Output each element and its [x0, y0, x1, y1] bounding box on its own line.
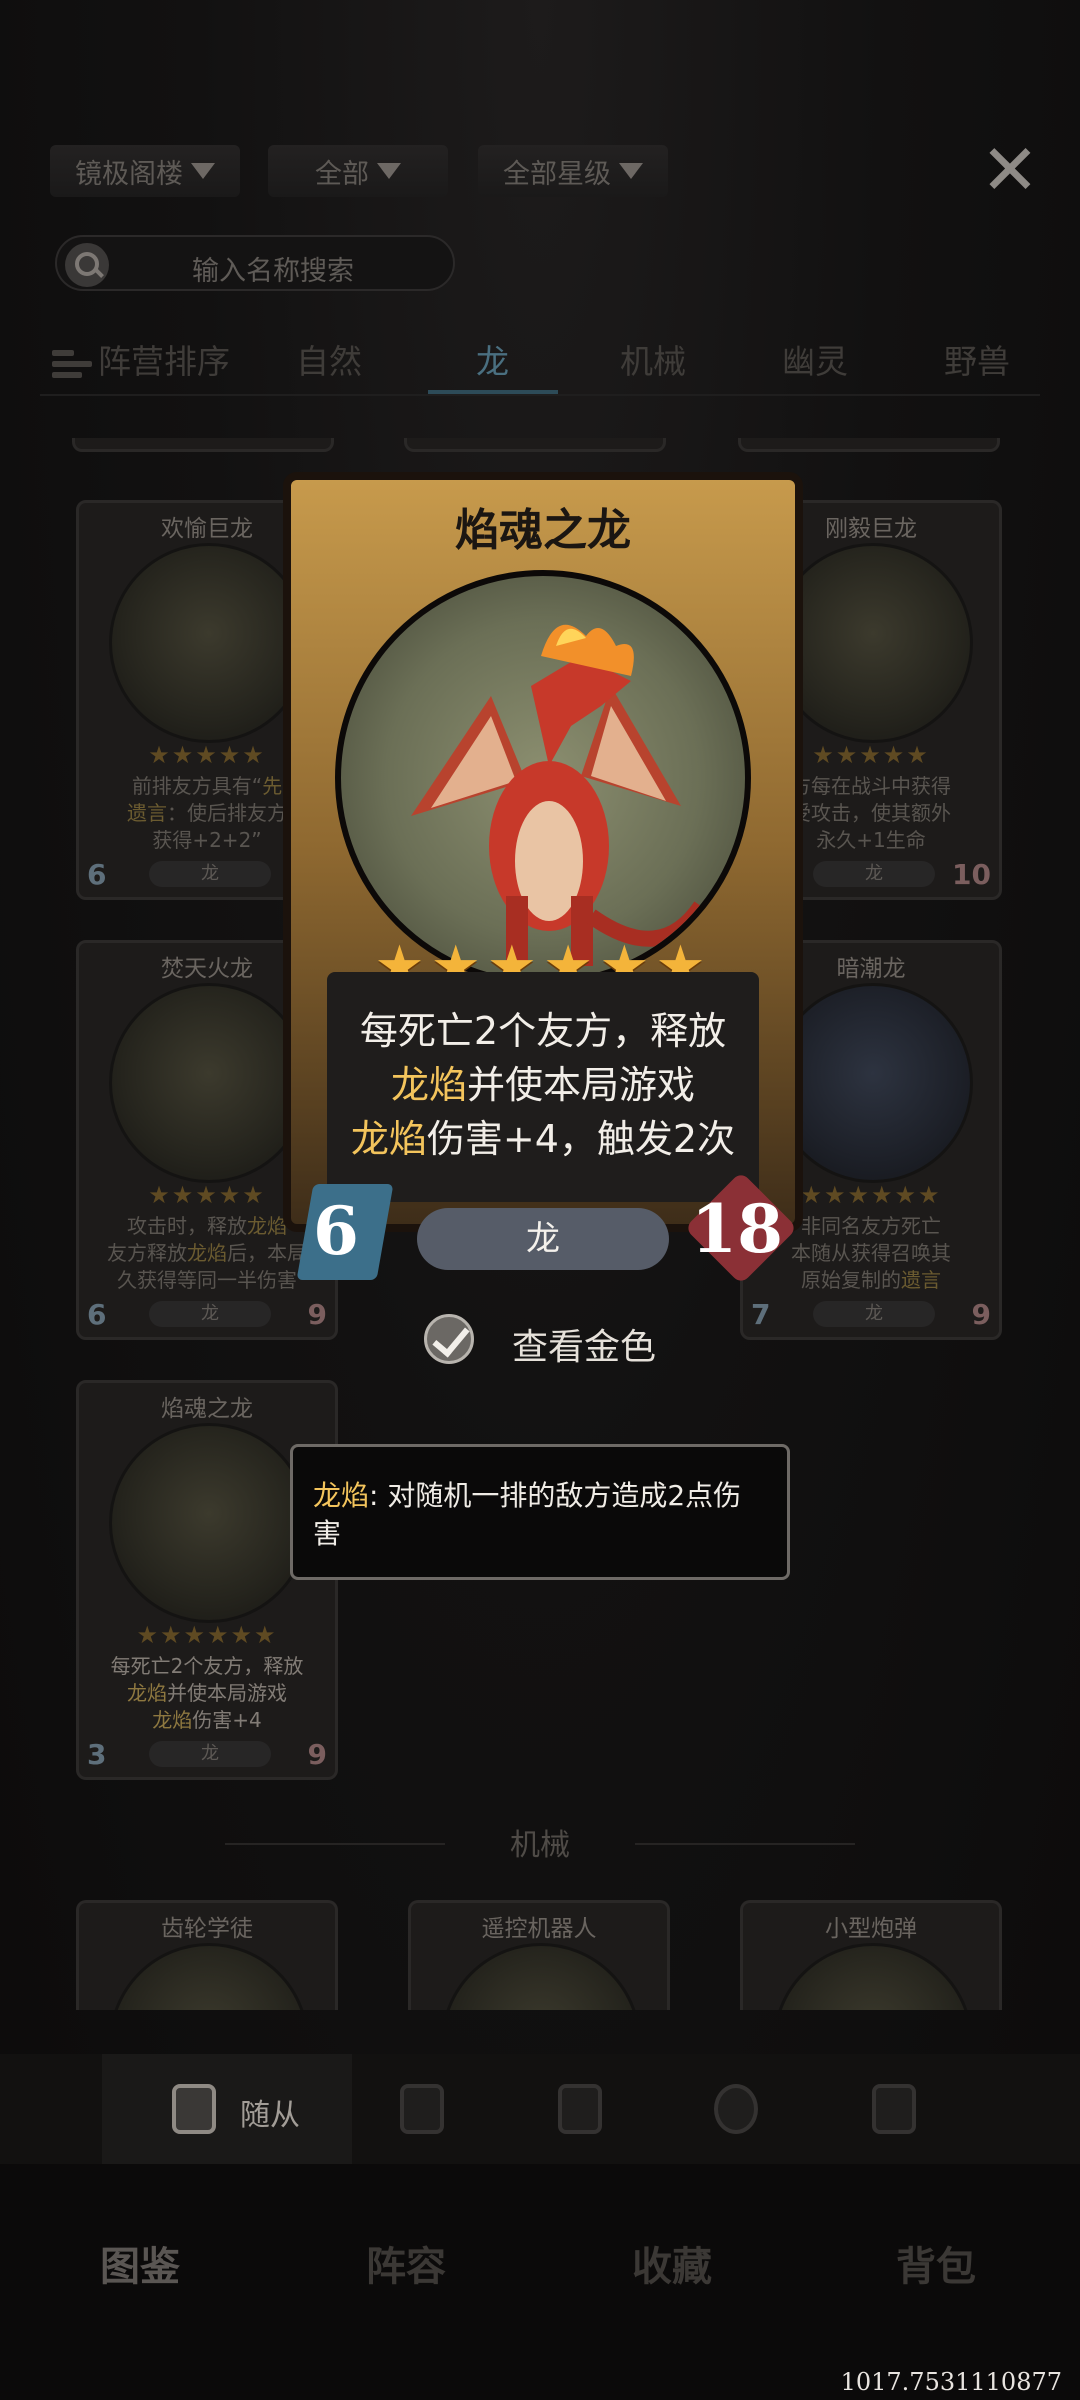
search-placeholder: 输入名称搜索 — [192, 256, 354, 287]
home-icon — [872, 2084, 916, 2134]
coordinate-readout: 1017.7531110877 — [840, 2368, 1062, 2396]
subnav-heroes[interactable] — [706, 2078, 766, 2138]
card-race: 龙 — [149, 1741, 271, 1767]
section-mech-header: 机械 — [0, 1820, 1080, 1866]
filter-label: 全部星级 — [503, 158, 611, 190]
nav-lineup[interactable]: 阵容 — [366, 2234, 446, 2292]
card-portrait — [109, 1423, 309, 1623]
card-flame-soul-dragon-small[interactable]: 焰魂之龙 ★★★★★★ 每死亡2个友方，释放 龙焰并使本局游戏 龙焰伤害+4 3… — [76, 1380, 338, 1780]
card-race: 龙 — [149, 1301, 271, 1327]
card-health: 9 — [307, 1298, 327, 1331]
featured-card[interactable]: 焰魂之龙 ★★★★★★ 每死亡2个友方，释放 龙焰并使本局游戏 龙焰伤害+4，触… — [283, 472, 803, 1285]
card-gear-apprentice[interactable]: 齿轮学徒 — [76, 1900, 338, 2010]
card-race: 龙 — [813, 1301, 935, 1327]
close-icon[interactable]: ✕ — [980, 135, 1040, 205]
filter-mirror-attic[interactable]: 镜极阁楼 — [50, 145, 240, 197]
card-attack: 6 — [87, 1298, 107, 1331]
sort-icon — [52, 348, 92, 380]
chevron-down-icon — [191, 163, 215, 179]
card-attack: 3 — [87, 1738, 107, 1771]
minion-card-icon — [172, 2084, 216, 2134]
card-small-shell[interactable]: 小型炮弹 — [740, 1900, 1002, 2010]
search-input[interactable]: 输入名称搜索 — [55, 235, 455, 291]
card-name: 焰魂之龙 — [161, 1396, 253, 1422]
subnav-minions-label: 随从 — [240, 2098, 300, 2133]
view-golden-label: 查看金色 — [512, 1327, 657, 1368]
red-dragon-illustration — [411, 624, 708, 966]
tab-dragon[interactable]: 龙 — [476, 332, 509, 392]
card-health: 10 — [952, 858, 991, 891]
card-remote-robot[interactable]: 遥控机器人 — [408, 1900, 670, 2010]
featured-card-description: 每死亡2个友方，释放 龙焰并使本局游戏 龙焰伤害+4，触发2次 — [350, 1009, 736, 1161]
card-attack: 7 — [751, 1298, 771, 1331]
screen: 镜极阁楼 全部 全部星级 ✕ 输入名称搜索 阵营排序 自然 龙 机械 幽灵 野兽… — [0, 0, 1080, 2400]
card-portrait — [109, 983, 309, 1183]
faction-tabs: 阵营排序 自然 龙 机械 幽灵 野兽 — [40, 332, 1040, 396]
card-name: 遥控机器人 — [481, 1916, 597, 1942]
filter-label: 镜极阁楼 — [75, 158, 183, 190]
card-portrait — [109, 543, 309, 743]
tab-sort[interactable]: 阵营排序 — [52, 332, 230, 392]
nav-codex[interactable]: 图鉴 — [100, 2234, 180, 2292]
subnav-home[interactable] — [864, 2078, 924, 2138]
checkbox-checked-icon — [424, 1314, 474, 1364]
card-race: 龙 — [149, 861, 271, 887]
card-cutoff — [738, 438, 1000, 452]
card-portrait — [773, 543, 973, 743]
card-cutoff — [404, 438, 666, 452]
spell-icon — [400, 2084, 444, 2134]
featured-card-portrait — [335, 570, 751, 986]
collection-subnav: 随从 — [0, 2054, 1080, 2164]
card-name: 齿轮学徒 — [161, 1916, 253, 1942]
featured-card-attack: 6 — [313, 1192, 359, 1270]
keyword-tooltip: 龙焰: 对随机一排的敌方造成2点伤害 — [290, 1444, 790, 1580]
featured-card-race: 龙 — [417, 1208, 669, 1270]
card-description: 每死亡2个友方，释放 龙焰并使本局游戏 龙焰伤害+4 — [110, 1654, 304, 1732]
filter-all[interactable]: 全部 — [268, 145, 448, 197]
tab-sort-label: 阵营排序 — [98, 342, 230, 381]
card-attack: 6 — [87, 858, 107, 891]
nav-collection[interactable]: 收藏 — [632, 2234, 712, 2292]
subnav-active-bg — [102, 2054, 352, 2164]
card-stars: ★★★★★★ — [136, 1621, 278, 1649]
tooltip-text: 龙焰: 对随机一排的敌方造成2点伤害 — [313, 1479, 742, 1550]
section-label: 机械 — [510, 1828, 570, 1863]
filter-star-level[interactable]: 全部星级 — [478, 145, 668, 197]
search-icon — [65, 243, 109, 287]
hero-icon — [714, 2084, 758, 2134]
chevron-down-icon — [619, 163, 643, 179]
card-portrait — [773, 1943, 973, 2010]
card-health: 9 — [307, 1738, 327, 1771]
divider — [635, 1843, 855, 1845]
subnav-spells[interactable] — [392, 2078, 452, 2138]
tab-mech[interactable]: 机械 — [620, 332, 686, 392]
main-nav: 图鉴 阵容 收藏 背包 1017.7531110877 — [0, 2164, 1080, 2400]
card-portrait — [773, 983, 973, 1183]
subnav-minions[interactable] — [164, 2078, 224, 2138]
chevron-down-icon — [377, 163, 401, 179]
card-name: 小型炮弹 — [825, 1916, 917, 1942]
filter-label: 全部 — [315, 158, 369, 190]
tab-nature[interactable]: 自然 — [296, 332, 362, 392]
featured-card-health: 18 — [691, 1190, 783, 1268]
card-portrait — [109, 1943, 309, 2010]
card-health: 9 — [971, 1298, 991, 1331]
view-golden-toggle[interactable]: 查看金色 — [420, 1292, 700, 1382]
subnav-card-swap[interactable] — [550, 2078, 610, 2138]
card-race: 龙 — [813, 861, 935, 887]
nav-backpack[interactable]: 背包 — [896, 2234, 976, 2292]
tab-beast[interactable]: 野兽 — [944, 332, 1010, 392]
featured-card-name: 焰魂之龙 — [455, 505, 631, 556]
card-cutoff — [72, 438, 334, 452]
card-portrait — [441, 1943, 641, 2010]
tab-ghost[interactable]: 幽灵 — [782, 332, 848, 392]
divider — [225, 1843, 445, 1845]
card-swap-icon — [558, 2084, 602, 2134]
tab-underline — [428, 390, 558, 394]
